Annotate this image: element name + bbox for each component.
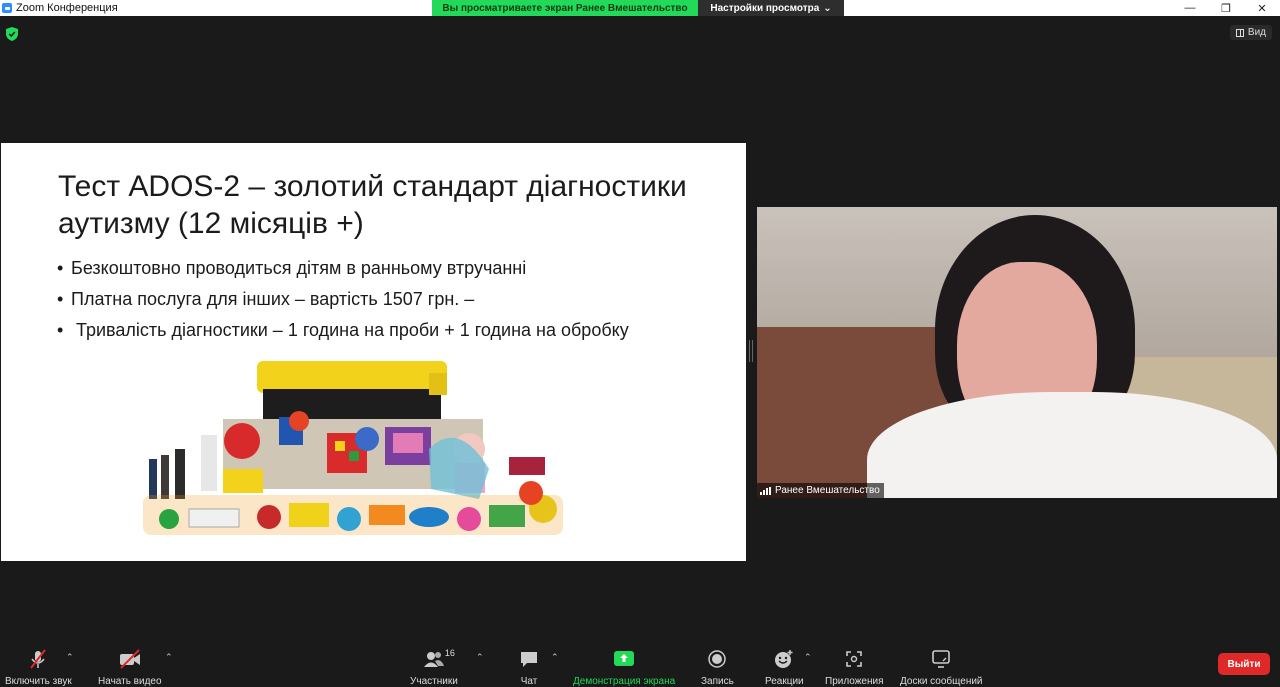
video-camera-off-icon bbox=[119, 649, 140, 669]
whiteboards-label: Доски сообщений bbox=[900, 676, 983, 687]
whiteboard-icon bbox=[932, 650, 951, 668]
unmute-label: Включить звук bbox=[5, 676, 72, 687]
window-title: Zoom Конференция bbox=[16, 2, 118, 14]
minimize-button[interactable]: — bbox=[1172, 0, 1208, 16]
reactions-options-chevron-icon[interactable]: ⌃ bbox=[804, 652, 812, 663]
shield-icon[interactable] bbox=[6, 27, 18, 41]
record-icon bbox=[708, 650, 727, 668]
apps-button[interactable]: Приложения bbox=[825, 648, 884, 687]
close-button[interactable]: ✕ bbox=[1244, 0, 1280, 16]
participants-options-chevron-icon[interactable]: ⌃ bbox=[476, 652, 484, 663]
view-button[interactable]: Вид bbox=[1229, 25, 1272, 40]
audio-options-chevron-icon[interactable]: ⌃ bbox=[66, 652, 74, 663]
reactions-label: Реакции bbox=[765, 676, 804, 687]
chat-label: Чат bbox=[520, 676, 538, 687]
record-label: Запись bbox=[701, 676, 734, 687]
toys-kit-image bbox=[143, 361, 563, 535]
smiley-reaction-icon bbox=[775, 650, 793, 668]
participants-label: Участники bbox=[410, 676, 458, 687]
zoom-logo-icon bbox=[2, 3, 12, 13]
share-screen-button[interactable]: Демонстрация экрана bbox=[573, 648, 675, 687]
apps-icon bbox=[846, 651, 863, 667]
shared-screen-slide: Тест ADOS-2 – золотий стандарт діагности… bbox=[1, 143, 746, 561]
participants-count: 16 bbox=[444, 648, 455, 658]
bullet-item: • Тривалість діагностики – 1 година на п… bbox=[57, 320, 629, 340]
start-video-button[interactable]: Начать видео bbox=[98, 648, 162, 687]
chat-options-chevron-icon[interactable]: ⌃ bbox=[551, 652, 559, 663]
microphone-muted-icon bbox=[30, 649, 47, 669]
apps-label: Приложения bbox=[825, 676, 884, 687]
restore-button[interactable]: ❐ bbox=[1208, 0, 1244, 16]
slide-title: Тест ADOS-2 – золотий стандарт діагности… bbox=[58, 168, 718, 242]
participant-name: Ранее Вмешательство bbox=[775, 485, 880, 496]
participants-button[interactable]: 16 Участники bbox=[410, 648, 458, 687]
bullet-item: • Безкоштовно проводиться дітям в ранньом… bbox=[57, 258, 527, 278]
leave-meeting-button[interactable]: Выйти bbox=[1218, 653, 1270, 675]
chat-button[interactable]: Чат bbox=[518, 648, 540, 687]
view-options-label: Настройки просмотра bbox=[710, 2, 820, 14]
view-options-dropdown[interactable]: Настройки просмотра ⌄ bbox=[698, 0, 844, 16]
slide-title-line1: Тест ADOS-2 – золотий стандарт діагности… bbox=[58, 170, 687, 203]
screen-share-banner: Вы просматриваете экран Ранее Вмешательс… bbox=[432, 0, 844, 16]
connection-signal-icon bbox=[760, 486, 771, 495]
panel-resize-handle[interactable] bbox=[749, 340, 753, 362]
window-controls: — ❐ ✕ bbox=[1172, 0, 1280, 16]
bullet-item: • Платна послуга для інших – вартість 150… bbox=[57, 289, 475, 309]
record-button[interactable]: Запись bbox=[701, 648, 734, 687]
video-options-chevron-icon[interactable]: ⌃ bbox=[165, 652, 173, 663]
slide-title-line2: аутизму (12 місяців +) bbox=[58, 207, 364, 240]
view-button-label: Вид bbox=[1247, 27, 1266, 38]
viewing-screen-notice: Вы просматриваете экран Ранее Вмешательс… bbox=[432, 0, 698, 16]
meeting-toolbar: Включить звук ⌃ Начать видео ⌃ 16 Участн… bbox=[0, 640, 1280, 687]
participant-name-tag: Ранее Вмешательство bbox=[757, 483, 884, 498]
share-screen-label: Демонстрация экрана bbox=[573, 676, 676, 687]
whiteboards-button[interactable]: Доски сообщений bbox=[900, 648, 983, 687]
reactions-button[interactable]: Реакции bbox=[765, 648, 804, 687]
chevron-down-icon: ⌄ bbox=[823, 2, 832, 14]
participants-icon bbox=[423, 652, 444, 667]
slide-bullet-list: • Безкоштовно проводиться дітям в ранньом… bbox=[57, 256, 629, 349]
start-video-label: Начать видео bbox=[98, 676, 162, 687]
share-screen-arrow-icon bbox=[614, 651, 635, 666]
chat-bubble-icon bbox=[521, 652, 537, 667]
unmute-button[interactable]: Включить звук bbox=[5, 648, 72, 687]
participant-video-tile[interactable]: Ранее Вмешательство bbox=[757, 207, 1277, 498]
grid-view-icon bbox=[1235, 28, 1244, 37]
